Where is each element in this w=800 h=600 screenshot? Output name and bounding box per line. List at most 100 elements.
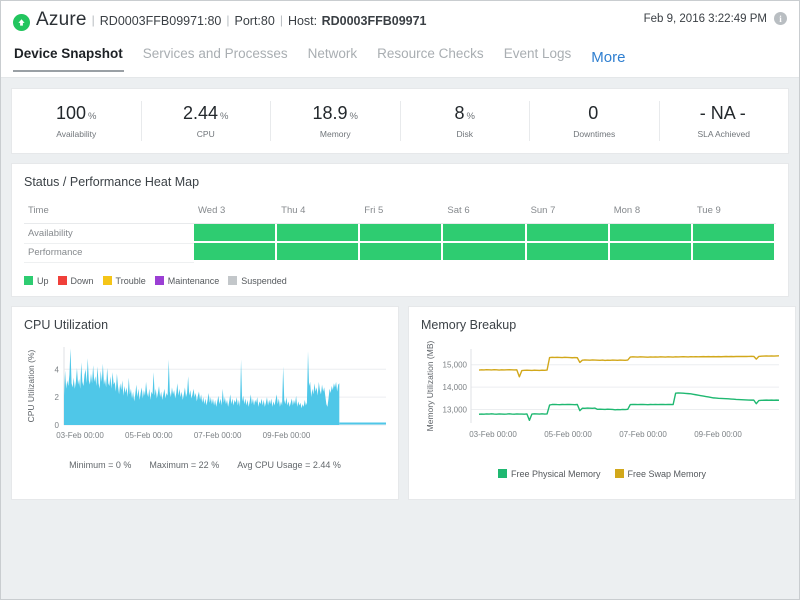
heatmap-cell-fill [277, 224, 360, 243]
heatmap-col-0: Wed 3 [194, 198, 277, 224]
heatmap-legend-label: Maintenance [168, 276, 220, 286]
heatmap-cell[interactable] [693, 224, 776, 244]
legend-swatch-physical [498, 469, 507, 478]
stat-downtimes-label: Downtimes [530, 129, 659, 139]
heatmap-col-1: Thu 4 [277, 198, 360, 224]
heatmap-title: Status / Performance Heat Map [12, 164, 788, 198]
tab-resource-checks[interactable]: Resource Checks [376, 39, 485, 72]
heatmap-legend-item-2: Trouble [103, 276, 146, 286]
heatmap-legend-item-3: Maintenance [155, 276, 220, 286]
timestamp: Feb 9, 2016 3:22:49 PM [644, 13, 767, 25]
heatmap-card: Status / Performance Heat Map TimeWed 3T… [11, 163, 789, 297]
header-right: Feb 9, 2016 3:22:49 PM i [644, 12, 787, 25]
svg-text:05-Feb 00:00: 05-Feb 00:00 [544, 430, 592, 439]
heatmap-cell-fill [527, 243, 610, 262]
heatmap-legend-label: Up [37, 276, 49, 286]
legend-free-physical-memory: Free Physical Memory [498, 469, 601, 479]
heatmap-cell-fill [277, 243, 360, 262]
svg-text:03-Feb 00:00: 03-Feb 00:00 [56, 431, 104, 440]
stat-availability-unit: % [88, 111, 96, 122]
heatmap-cell[interactable] [360, 224, 443, 244]
heatmap-cell[interactable] [527, 224, 610, 244]
stat-sla-achieved-value: - NA - [700, 103, 746, 123]
stat-disk-unit: % [467, 111, 475, 122]
heatmap-row: Performance [24, 243, 776, 262]
heatmap-cell[interactable] [443, 224, 526, 244]
memory-breakup-chart: 13,00014,00015,00003-Feb 00:0005-Feb 00:… [417, 341, 787, 459]
cpu-average: Avg CPU Usage = 2.44 % [237, 460, 341, 470]
heatmap-cell-fill [610, 224, 693, 243]
stat-downtimes-value: 0 [588, 103, 598, 123]
summary-stats-row: 100% Availability 2.44% CPU 18.9% Memory… [12, 89, 788, 153]
stat-sla-achieved: - NA - SLA Achieved [660, 101, 789, 141]
heatmap-cell[interactable] [277, 224, 360, 244]
tab-more[interactable]: More [590, 39, 626, 77]
heatmap-row: Availability [24, 224, 776, 244]
heatmap-legend-label: Trouble [116, 276, 146, 286]
svg-text:03-Feb 00:00: 03-Feb 00:00 [469, 430, 517, 439]
heatmap-cell[interactable] [360, 243, 443, 262]
stat-memory-value: 18.9 [313, 103, 348, 123]
host-value: RD0003FFB09971 [322, 14, 427, 28]
heatmap-cell[interactable] [693, 243, 776, 262]
heatmap-cell-fill [527, 224, 610, 243]
heatmap-cell[interactable] [610, 224, 693, 244]
azure-green-circle-arrow-icon [13, 14, 30, 31]
svg-text:Memory Utilization (MB): Memory Utilization (MB) [425, 341, 435, 431]
stat-cpu-unit: % [220, 111, 228, 122]
svg-text:4: 4 [55, 365, 60, 374]
heatmap-row-label-1: Performance [24, 243, 194, 262]
heatmap-legend-item-4: Suspended [228, 276, 287, 286]
svg-text:0: 0 [55, 421, 60, 430]
heatmap-legend-swatch [24, 276, 33, 285]
cpu-minimum: Minimum = 0 % [69, 460, 131, 470]
azure-device-snapshot-page: Azure | RD0003FFB09971:80 | Port:80 | Ho… [0, 0, 800, 600]
port-label: Port:80 [235, 14, 275, 28]
heatmap-cell[interactable] [443, 243, 526, 262]
stat-downtimes: 0 Downtimes [530, 101, 660, 141]
heatmap-cell[interactable] [277, 243, 360, 262]
heatmap-col-time: Time [24, 198, 194, 224]
brand-separator-3: | [280, 13, 283, 27]
tab-event-logs[interactable]: Event Logs [503, 39, 573, 72]
svg-text:09-Feb 00:00: 09-Feb 00:00 [263, 431, 311, 440]
memory-breakup-card: Memory Breakup 13,00014,00015,00003-Feb … [408, 306, 796, 500]
cpu-chart-footer: Minimum = 0 % Maximum = 22 % Avg CPU Usa… [12, 460, 398, 470]
stat-memory: 18.9% Memory [271, 101, 401, 141]
legend-swatch-swap [615, 469, 624, 478]
info-icon[interactable]: i [774, 12, 787, 25]
tab-services-and-processes[interactable]: Services and Processes [142, 39, 289, 72]
heatmap-cell-fill [610, 243, 693, 262]
heatmap-cell-fill [360, 243, 443, 262]
stat-cpu-label: CPU [142, 129, 271, 139]
heatmap-cell[interactable] [194, 224, 277, 244]
heatmap-legend-swatch [103, 276, 112, 285]
svg-text:CPU Utilization (%): CPU Utilization (%) [26, 349, 36, 422]
heatmap-cell-fill [443, 243, 526, 262]
heatmap-cell-fill [693, 243, 776, 262]
heatmap-row-label-0: Availability [24, 224, 194, 244]
stat-memory-unit: % [350, 111, 358, 122]
heatmap-cell[interactable] [610, 243, 693, 262]
memory-chart-title: Memory Breakup [409, 307, 795, 341]
heatmap-col-5: Mon 8 [610, 198, 693, 224]
tab-device-snapshot[interactable]: Device Snapshot [13, 39, 124, 72]
heatmap-legend: UpDownTroubleMaintenanceSuspended [12, 269, 788, 296]
heatmap-cell-fill [194, 224, 277, 243]
charts-row: CPU Utilization 02403-Feb 00:0005-Feb 00… [11, 306, 789, 500]
cpu-chart-title: CPU Utilization [12, 307, 398, 341]
heatmap-col-6: Tue 9 [693, 198, 776, 224]
page-content: 100% Availability 2.44% CPU 18.9% Memory… [1, 78, 799, 500]
legend-free-swap-memory: Free Swap Memory [615, 469, 707, 479]
stat-availability-label: Availability [12, 129, 141, 139]
tab-network[interactable]: Network [307, 39, 359, 72]
heatmap-cell-fill [194, 243, 277, 262]
instance-label: RD0003FFB09971:80 [100, 14, 222, 28]
brand-separator-1: | [92, 13, 95, 27]
heatmap-cell-fill [443, 224, 526, 243]
heatmap-cell[interactable] [527, 243, 610, 262]
heatmap-col-3: Sat 6 [443, 198, 526, 224]
cpu-maximum: Maximum = 22 % [149, 460, 219, 470]
heatmap-cell[interactable] [194, 243, 277, 262]
stat-cpu: 2.44% CPU [142, 101, 272, 141]
